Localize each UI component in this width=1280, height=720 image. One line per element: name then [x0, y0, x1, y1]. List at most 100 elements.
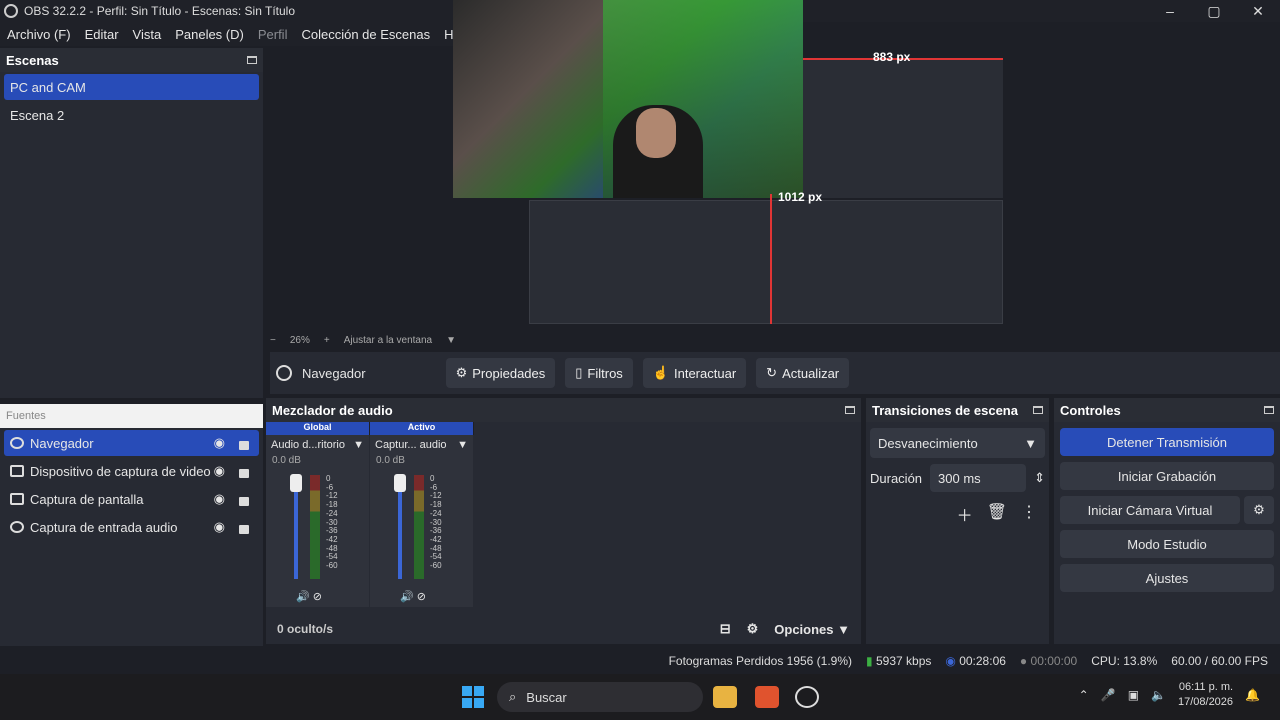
zoom-bar: − 26% + Ajustar a la ventana ▼ — [270, 331, 456, 349]
eye-icon[interactable]: ◉ — [214, 435, 225, 451]
speaker-icon[interactable]: 🔊 — [400, 591, 414, 603]
options-button[interactable]: Opciones ▼ — [774, 622, 850, 637]
eye-icon[interactable]: ◉ — [214, 491, 225, 507]
menu-view[interactable]: Vista — [126, 27, 169, 42]
channel-icons: 🔊 ⊘ — [296, 590, 322, 603]
slider-knob[interactable] — [290, 474, 302, 492]
volume-meter — [414, 475, 424, 579]
webcam-feed — [453, 0, 803, 198]
stop-stream-button[interactable]: Detener Transmisión — [1060, 428, 1274, 456]
scenes-dock: Escenas PC and CAM Escena 2 — [0, 48, 263, 398]
filters-label: Filtros — [587, 365, 623, 381]
controls-dock: Controles Detener Transmisión Iniciar Gr… — [1054, 398, 1280, 644]
eye-icon[interactable]: ◉ — [214, 463, 225, 479]
sources-title: Fuentes — [6, 410, 46, 422]
maximize-button[interactable]: ▢ — [1192, 0, 1236, 22]
start-recording-button[interactable]: Iniciar Grabación — [1060, 462, 1274, 490]
undock-icon[interactable] — [1033, 406, 1043, 414]
speaker-icon[interactable]: 🔊 — [296, 591, 310, 603]
tab-active[interactable]: Activo — [370, 422, 474, 435]
duration-input[interactable]: 300 ms — [930, 464, 1027, 492]
more-icon[interactable]: ⋮ — [1021, 502, 1037, 526]
network-icon[interactable]: ▣ — [1128, 688, 1139, 702]
minimize-button[interactable]: – — [1148, 0, 1192, 22]
channel-name: Audio d...ritorio — [271, 439, 345, 451]
mixer-channel-desktop: Audio d...ritorio ▼ 0.0 dB 0 -6 -12 -18 -24-… — [266, 435, 369, 607]
chevron-down-icon[interactable]: ▼ — [457, 439, 468, 451]
windows-start-icon[interactable] — [462, 686, 484, 708]
trash-icon[interactable]: 🗑 — [987, 502, 1007, 526]
add-icon[interactable]: ＋ — [957, 502, 973, 526]
channel-header: Captur... audio ▼ — [370, 435, 473, 455]
volume-icon[interactable]: 🔈 — [1151, 688, 1166, 702]
scenes-title: Escenas — [6, 52, 59, 68]
menu-bar: Archivo (F) Editar Vista Paneles (D) Per… — [0, 22, 477, 46]
clock[interactable]: 06:11 p. m. 17/08/2026 — [1178, 680, 1233, 710]
taskbar: ⌕ Buscar ⌃ 🎤 ▣ 🔈 06:11 p. m. 17/08/2026 … — [0, 674, 1280, 720]
transition-select[interactable]: Desvanecimiento ▼ — [870, 428, 1045, 458]
volume-slider[interactable] — [290, 474, 302, 579]
monitor-off-icon[interactable]: ⊘ — [417, 591, 426, 603]
source-item-audio[interactable]: Captura de entrada audio ◉ — [4, 514, 259, 540]
menu-edit[interactable]: Editar — [78, 27, 126, 42]
lock-icon[interactable] — [239, 441, 249, 450]
lock-icon[interactable] — [239, 469, 249, 478]
scene-item[interactable]: PC and CAM — [4, 74, 259, 100]
volume-slider[interactable] — [394, 474, 406, 579]
studio-mode-button[interactable]: Modo Estudio — [1060, 530, 1274, 558]
width-label: 883 px — [873, 50, 911, 64]
channel-name: Captur... audio — [375, 439, 447, 451]
zoom-in-button[interactable]: + — [324, 335, 330, 346]
microphone-icon — [10, 521, 24, 533]
slider-knob[interactable] — [394, 474, 406, 492]
settings-button[interactable]: Ajustes — [1060, 564, 1274, 592]
properties-label: Propiedades — [472, 365, 546, 381]
gear-icon[interactable]: ⚙ — [1244, 496, 1274, 524]
file-explorer-icon[interactable] — [713, 686, 737, 708]
advanced-audio-icon[interactable]: ⚙ — [747, 621, 759, 637]
start-virtual-camera-button[interactable]: Iniciar Cámara Virtual — [1060, 496, 1240, 524]
notification-bell-icon[interactable]: 🔔 — [1245, 688, 1260, 702]
close-button[interactable]: ✕ — [1236, 0, 1280, 22]
brave-browser-icon[interactable] — [755, 686, 779, 708]
undock-icon[interactable] — [247, 56, 257, 64]
menu-file[interactable]: Archivo (F) — [0, 27, 78, 42]
monitor-off-icon[interactable]: ⊘ — [313, 591, 322, 603]
chevron-down-icon: ▼ — [1024, 435, 1037, 451]
menu-docks[interactable]: Paneles (D) — [168, 27, 251, 42]
zoom-out-button[interactable]: − — [270, 335, 276, 346]
chevron-down-icon[interactable]: ▼ — [353, 439, 364, 451]
source-item-browser[interactable]: Navegador ◉ — [4, 430, 259, 456]
tab-global[interactable]: Global — [266, 422, 370, 435]
scenes-dock-title: Escenas — [0, 48, 263, 72]
layout-icon[interactable]: ⊟ — [720, 621, 731, 637]
lock-icon[interactable] — [239, 525, 249, 534]
transition-selected: Desvanecimiento — [878, 435, 978, 451]
stepper-icon[interactable]: ⇕ — [1034, 470, 1045, 486]
taskbar-search[interactable]: ⌕ Buscar — [497, 682, 703, 712]
undock-icon[interactable] — [1264, 406, 1274, 414]
undock-icon[interactable] — [845, 406, 855, 414]
scene-item[interactable]: Escena 2 — [4, 102, 259, 128]
microphone-icon[interactable]: 🎤 — [1101, 688, 1116, 702]
eye-icon[interactable]: ◉ — [214, 519, 225, 535]
transitions-title: Transiciones de escena — [872, 402, 1018, 418]
fit-window-label[interactable]: Ajustar a la ventana — [344, 335, 432, 346]
system-tray: ⌃ 🎤 ▣ 🔈 06:11 p. m. 17/08/2026 🔔 — [1079, 680, 1260, 710]
chevron-down-icon[interactable]: ▼ — [446, 335, 456, 346]
chevron-up-icon[interactable]: ⌃ — [1079, 688, 1089, 702]
properties-button[interactable]: ⚙ Propiedades — [445, 358, 556, 388]
source-label: Navegador — [30, 435, 94, 451]
status-bar: Fotogramas Perdidos 1956 (1.9%) ▮ 5937 k… — [263, 648, 1280, 674]
filters-button[interactable]: ▯ Filtros — [565, 358, 633, 388]
source-item-screen[interactable]: Captura de pantalla ◉ — [4, 486, 259, 512]
menu-scene-collection[interactable]: Colección de Escenas — [294, 27, 437, 42]
refresh-button[interactable]: ↻ Actualizar — [756, 358, 850, 388]
interact-button[interactable]: ☝ Interactuar — [642, 358, 747, 388]
preview-canvas[interactable]: 883 px 1012 px — [270, 0, 1280, 330]
source-item-video[interactable]: Dispositivo de captura de video ◉ — [4, 458, 259, 484]
obs-taskbar-icon[interactable] — [795, 686, 819, 708]
lock-icon[interactable] — [239, 497, 249, 506]
menu-profile[interactable]: Perfil — [251, 27, 295, 42]
sources-dock: Fuentes Navegador ◉ Dispositivo de captu… — [0, 404, 263, 646]
